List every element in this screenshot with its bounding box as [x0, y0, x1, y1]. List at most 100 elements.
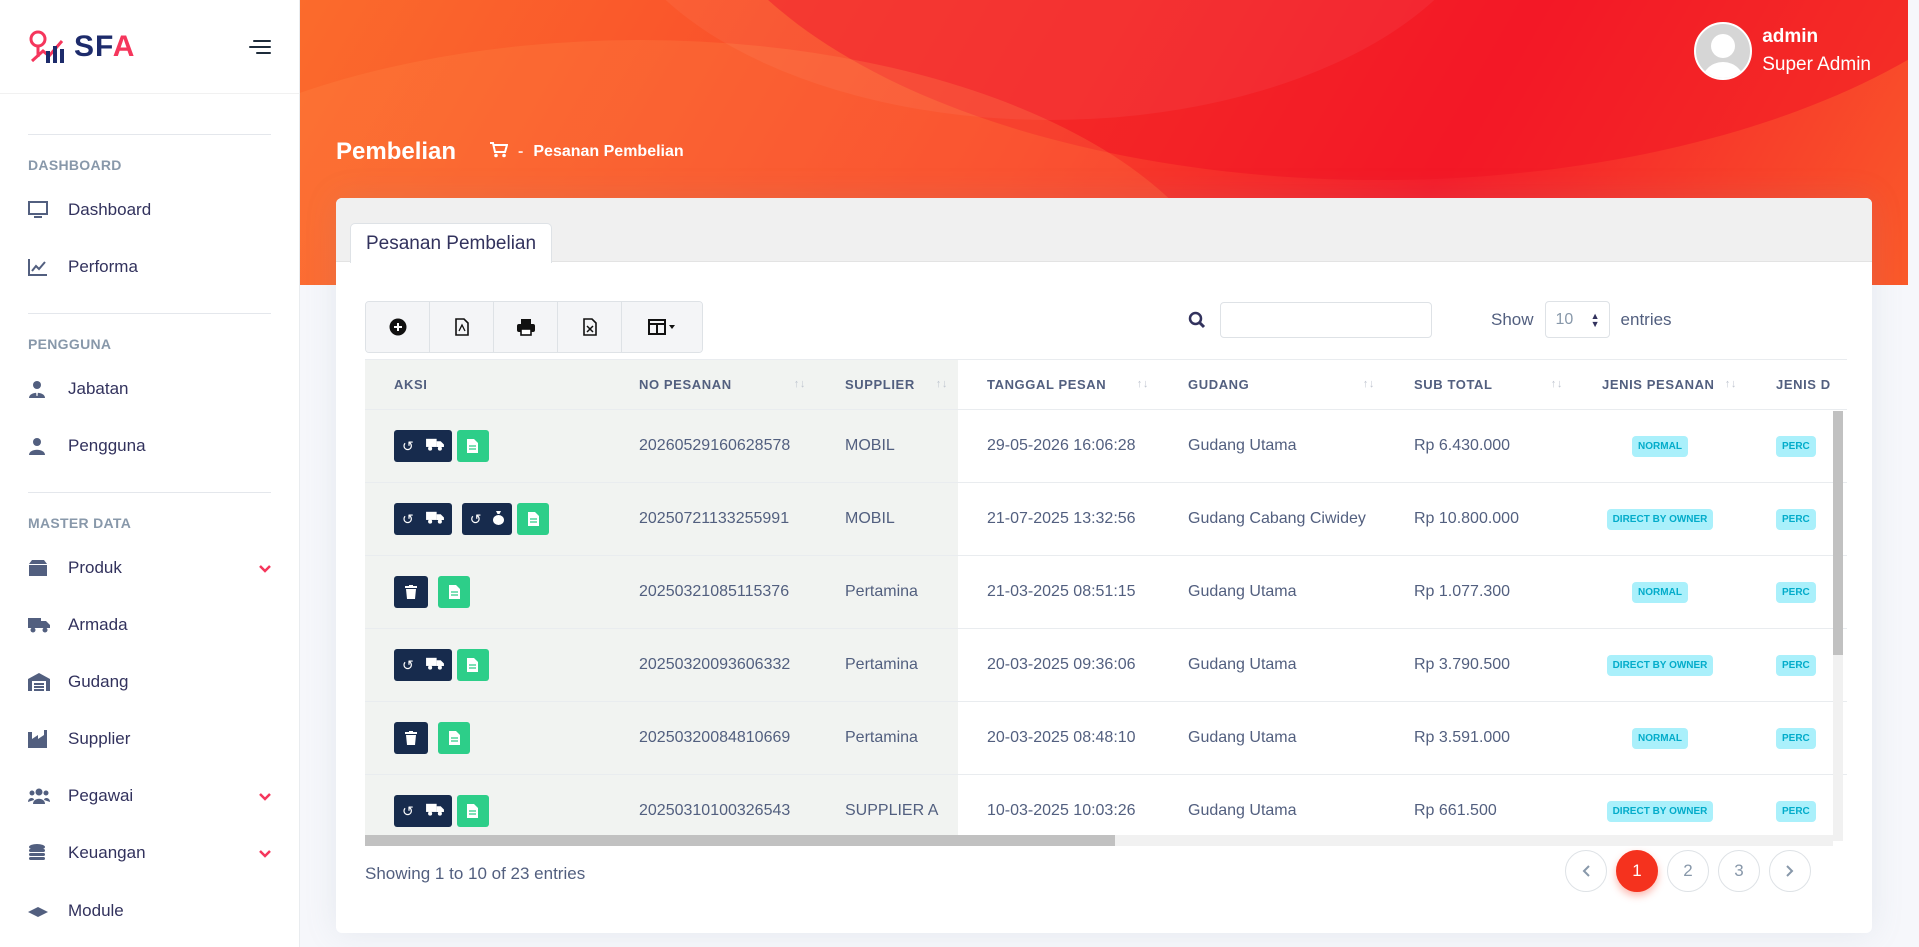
cell-subtotal: Rp 3.790.500	[1385, 628, 1573, 702]
column-header-jenis-d[interactable]: JENIS D	[1747, 359, 1847, 410]
action-button-group: ↺	[394, 503, 452, 535]
cell-jenis-d: PERC	[1747, 555, 1847, 629]
action-button-group: ↺	[394, 795, 452, 827]
history-icon[interactable]: ↺	[402, 438, 414, 455]
sidebar-item-keuangan[interactable]: Keuangan	[28, 824, 271, 881]
page-length-select[interactable]: 10 ▲ ▼	[1544, 301, 1610, 338]
logo[interactable]: SFA	[28, 29, 135, 65]
sort-icon: ↑↓	[935, 378, 948, 390]
chevron-down-icon	[259, 558, 271, 578]
page-3-button[interactable]: 3	[1718, 850, 1760, 892]
cell-jenis: DIRECT BY OWNER	[1573, 628, 1747, 702]
export-pdf-button[interactable]	[430, 302, 494, 352]
sidebar-item-label: Armada	[68, 614, 128, 634]
export-excel-button[interactable]	[558, 302, 622, 352]
sidebar-item-label: Jabatan	[68, 378, 129, 398]
cell-jenis: DIRECT BY OWNER	[1573, 482, 1747, 556]
file-icon[interactable]	[438, 576, 470, 608]
column-visibility-button[interactable]	[622, 302, 702, 352]
status-badge: PERC	[1776, 508, 1816, 530]
file-icon[interactable]	[456, 430, 489, 462]
cell-supplier: Pertamina	[816, 628, 958, 702]
cell-actions: ↺	[365, 409, 610, 483]
scroll-thumb[interactable]	[1833, 411, 1843, 655]
content-card: Pesanan Pembelian Show 10 ▲ ▼ entries AKSI…	[336, 198, 1872, 933]
sidebar-item-pengguna[interactable]: Pengguna	[28, 417, 271, 474]
warehouse-icon	[28, 672, 68, 691]
page-1-button[interactable]: 1	[1616, 850, 1658, 892]
box-icon	[28, 559, 68, 577]
money-bag-icon[interactable]	[493, 510, 505, 528]
truck-icon[interactable]	[425, 438, 444, 454]
cell-tanggal: 20-03-2025 09:36:06	[958, 628, 1159, 702]
history-icon[interactable]: ↺	[470, 511, 482, 528]
prev-page-button[interactable]	[1565, 850, 1607, 892]
truck-icon	[28, 617, 68, 633]
sidebar-item-label: Keuangan	[68, 842, 146, 862]
page-2-button[interactable]: 2	[1667, 850, 1709, 892]
sidebar-item-supplier[interactable]: Supplier	[28, 710, 271, 767]
history-icon[interactable]: ↺	[402, 657, 414, 674]
truck-icon[interactable]	[425, 803, 444, 819]
cell-gudang: Gudang Utama	[1159, 701, 1385, 775]
file-icon[interactable]	[456, 649, 489, 681]
sidebar-item-gudang[interactable]: Gudang	[28, 653, 271, 710]
sidebar-item-produk[interactable]: Produk	[28, 539, 271, 596]
column-header-jenis-pesanan[interactable]: JENIS PESANAN ↑↓	[1573, 359, 1747, 410]
delete-button[interactable]	[394, 576, 428, 608]
status-badge: PERC	[1776, 727, 1816, 749]
column-header-tanggal-pesan[interactable]: TANGGAL PESAN ↑↓	[958, 359, 1159, 410]
plus-circle-icon	[389, 318, 406, 336]
file-icon[interactable]	[517, 503, 550, 535]
chart-line-icon	[28, 258, 68, 276]
cell-jenis: NORMAL	[1573, 409, 1747, 483]
cell-gudang: Gudang Utama	[1159, 555, 1385, 629]
next-page-button[interactable]	[1769, 850, 1811, 892]
sidebar-item-module[interactable]: Module	[28, 881, 271, 921]
column-header-sub-total[interactable]: SUB TOTAL ↑↓	[1385, 359, 1573, 410]
menu-toggle-icon[interactable]	[249, 39, 271, 54]
pagination: 1 2 3	[1565, 850, 1811, 892]
column-header-supplier[interactable]: SUPPLIER ↑↓	[816, 359, 958, 410]
sidebar-item-performa[interactable]: Performa	[28, 238, 271, 295]
file-icon[interactable]	[456, 795, 489, 827]
sidebar-item-pegawai[interactable]: Pegawai	[28, 767, 271, 824]
add-button[interactable]	[366, 302, 430, 352]
search-input[interactable]	[1220, 302, 1432, 338]
user-menu[interactable]: admin Super Admin	[1694, 22, 1871, 80]
brand: SFA	[0, 0, 299, 94]
user-role: Super Admin	[1762, 54, 1871, 75]
history-icon[interactable]: ↺	[402, 511, 414, 528]
history-icon[interactable]: ↺	[402, 803, 414, 820]
table-header-row: AKSI NO PESANAN ↑↓ SUPPLIER ↑↓ TANGGAL PES…	[365, 359, 1847, 410]
table-info: Showing 1 to 10 of 23 entries	[365, 864, 586, 883]
cell-jenis-d: PERC	[1747, 628, 1847, 702]
sidebar-item-armada[interactable]: Armada	[28, 596, 271, 653]
user-tie-icon	[28, 380, 68, 398]
print-button[interactable]	[494, 302, 558, 352]
file-excel-icon	[582, 318, 597, 336]
avatar[interactable]	[1694, 22, 1753, 80]
sidebar-item-label: Dashboard	[68, 199, 152, 219]
cart-icon[interactable]	[490, 141, 509, 163]
sort-icon: ↑↓	[1362, 378, 1375, 390]
column-header-gudang[interactable]: GUDANG ↑↓	[1159, 359, 1385, 410]
sidebar-item-jabatan[interactable]: Jabatan	[28, 360, 271, 417]
breadcrumb-item[interactable]: Pesanan Pembelian	[533, 143, 683, 161]
horizontal-scrollbar[interactable]	[365, 835, 1833, 846]
scroll-thumb[interactable]	[365, 835, 1115, 846]
file-icon[interactable]	[438, 722, 470, 754]
trash-icon	[405, 585, 417, 599]
truck-icon[interactable]	[425, 511, 444, 527]
column-header-no-pesanan[interactable]: NO PESANAN ↑↓	[610, 359, 816, 410]
vertical-scrollbar[interactable]	[1833, 411, 1843, 841]
cell-gudang: Gudang Utama	[1159, 409, 1385, 483]
truck-icon[interactable]	[425, 657, 444, 673]
cell-tanggal: 21-03-2025 08:51:15	[958, 555, 1159, 629]
tab-pesanan-pembelian[interactable]: Pesanan Pembelian	[350, 223, 553, 263]
delete-button[interactable]	[394, 722, 428, 754]
sidebar-item-dashboard[interactable]: Dashboard	[28, 181, 271, 238]
cell-supplier: Pertamina	[816, 701, 958, 775]
entries-label: entries	[1620, 309, 1672, 329]
cell-tanggal: 20-03-2025 08:48:10	[958, 701, 1159, 775]
